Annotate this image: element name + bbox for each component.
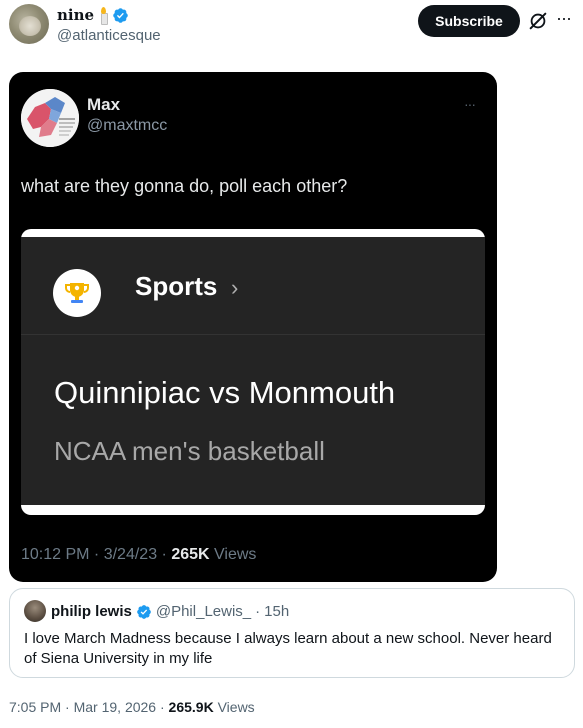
author-display-name[interactable]: nine: [57, 6, 94, 24]
author-avatar[interactable]: [9, 4, 49, 44]
quote-age: 15h: [264, 603, 290, 620]
quote-avatar: [24, 600, 46, 622]
quote-author-handle: @Phil_Lewis_: [155, 603, 252, 620]
tweet-views-label: Views: [217, 699, 255, 715]
grok-icon[interactable]: [527, 10, 549, 32]
embed-views-count: 265K: [171, 546, 210, 563]
quote-author-name: philip lewis: [51, 603, 132, 620]
author-name-row: nine: [57, 6, 129, 25]
trophy-badge: [53, 269, 101, 317]
tweet-time[interactable]: 7:05 PM: [9, 699, 61, 715]
poster-name: Max: [87, 95, 121, 114]
embed-date: 3/24/23: [103, 546, 158, 563]
league-label: NCAA men's basketball: [54, 436, 325, 466]
embed-views-label: Views: [214, 546, 257, 563]
verified-badge-icon: [137, 604, 151, 619]
chevron-right-icon: ›: [231, 275, 239, 300]
tweet-meta: 7:05 PM · Mar 19, 2026 · 265.9K Views: [9, 699, 255, 715]
poster-handle: @maxtmcc: [87, 117, 168, 134]
category-label: Sports: [135, 271, 218, 301]
verified-badge-icon: [113, 7, 128, 23]
trophy-icon: [65, 283, 89, 303]
embed-time: 10:12 PM: [21, 546, 90, 563]
author-handle[interactable]: @atlanticesque: [57, 27, 161, 44]
quote-separator: ·: [255, 603, 261, 620]
embed-meta: 10:12 PM · 3/24/23 · 265K Views: [21, 546, 257, 563]
embed-more-icon: ···: [464, 96, 476, 112]
quote-header: philip lewis @Phil_Lewis_ · 15h: [51, 603, 289, 620]
quote-text: I love March Madness because I always le…: [24, 630, 552, 667]
candle-icon: [98, 7, 109, 25]
max-avatar: [21, 89, 79, 147]
tweet-views-count: 265.9K: [168, 699, 214, 715]
poster-text: what are they gonna do, poll each other?: [21, 176, 348, 196]
map-image: [21, 89, 79, 147]
card-divider: [21, 334, 485, 335]
quoted-tweet[interactable]: philip lewis @Phil_Lewis_ · 15h I love M…: [9, 588, 575, 678]
subscribe-button[interactable]: Subscribe: [418, 5, 520, 37]
more-icon[interactable]: ···: [556, 9, 576, 29]
tweet-date[interactable]: Mar 19, 2026: [74, 699, 157, 715]
embedded-screenshot[interactable]: Max @maxtmcc ··· what are they gonna do,…: [9, 72, 497, 582]
sports-card: Sports › Quinnipiac vs Monmouth NCAA men…: [21, 237, 485, 505]
matchup-title: Quinnipiac vs Monmouth: [54, 375, 396, 410]
